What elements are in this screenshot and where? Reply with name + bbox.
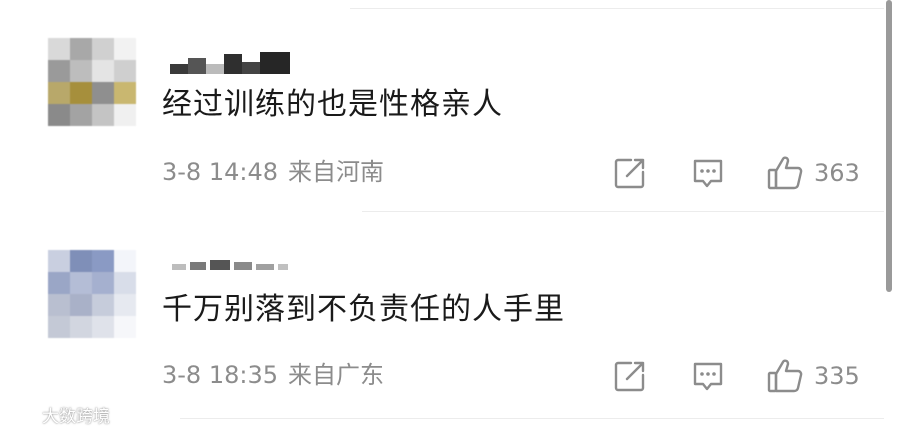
share-icon xyxy=(614,158,645,189)
reply-button[interactable] xyxy=(688,153,728,193)
share-icon xyxy=(614,361,645,392)
watermark: 大数跨境 xyxy=(8,402,110,427)
avatar[interactable] xyxy=(48,250,136,338)
bottom-divider xyxy=(180,418,884,419)
thumbs-up-icon xyxy=(767,359,803,393)
comment-list-page: 经过训练的也是性格亲人 3-8 14:48 来自河南 363 千万别落到不负责任… xyxy=(0,0,900,432)
watermark-text: 大数跨境 xyxy=(42,406,110,427)
avatar[interactable] xyxy=(48,38,136,126)
watermark-logo-icon xyxy=(9,406,37,422)
comment-icon xyxy=(693,159,723,188)
username-pixelated[interactable] xyxy=(166,260,296,272)
comment-location: 来自河南 xyxy=(288,158,384,186)
comment-meta: 3-8 18:35 来自广东 xyxy=(162,359,384,391)
comment-item: 千万别落到不负责任的人手里 3-8 18:35 来自广东 335 xyxy=(0,212,880,424)
reply-button[interactable] xyxy=(688,356,728,396)
share-button[interactable] xyxy=(610,153,650,193)
comment-text: 经过训练的也是性格亲人 xyxy=(162,87,503,122)
comment-date: 3-8 14:48 xyxy=(162,158,278,186)
like-count: 335 xyxy=(814,362,860,390)
comment-location: 来自广东 xyxy=(288,361,384,389)
share-button[interactable] xyxy=(610,356,650,396)
comment-meta: 3-8 14:48 来自河南 xyxy=(162,156,384,188)
comment-text: 千万别落到不负责任的人手里 xyxy=(162,292,565,327)
like-button[interactable]: 363 xyxy=(766,153,860,193)
comment-item: 经过训练的也是性格亲人 3-8 14:48 来自河南 363 xyxy=(0,0,880,212)
username-pixelated[interactable] xyxy=(166,52,296,74)
scrollbar[interactable] xyxy=(886,0,892,292)
like-button[interactable]: 335 xyxy=(766,356,860,396)
thumbs-up-icon xyxy=(767,156,803,190)
like-count: 363 xyxy=(814,159,860,187)
comment-date: 3-8 18:35 xyxy=(162,361,278,389)
comment-icon xyxy=(693,362,723,391)
